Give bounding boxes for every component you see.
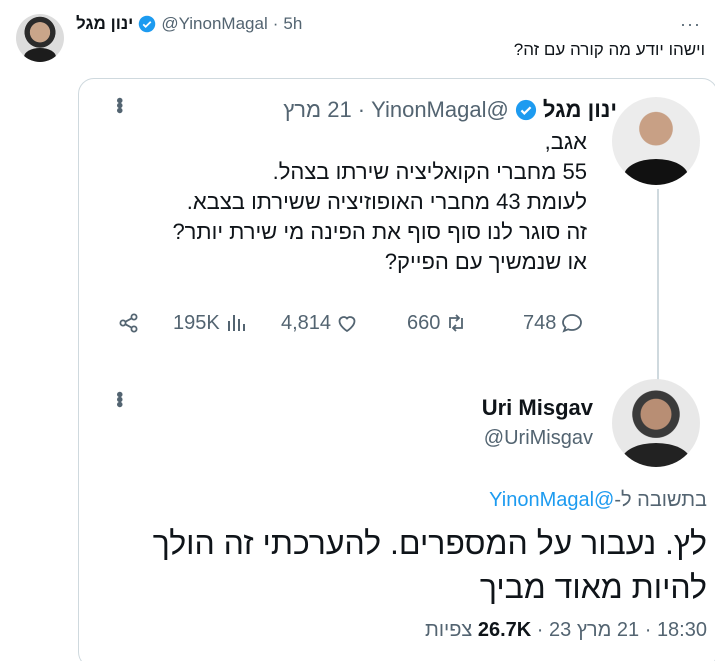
author-handle[interactable]: @YinonMagal: [371, 97, 509, 123]
text-line: לעומת 43 מחברי האופוזיציה ששירתו בצבא.: [186, 189, 587, 214]
reply-prefix: בתשובה ל-: [614, 489, 707, 511]
likes-count: 4,814: [281, 311, 332, 334]
views-count: 195K: [173, 311, 220, 334]
views-count: 26.7K: [477, 619, 532, 641]
retweet-button[interactable]: 660: [407, 311, 468, 335]
heart-icon: [338, 316, 356, 333]
quote2-text: לץ. נעבור על המספרים. להערכתי זה הולך לה…: [152, 525, 707, 605]
separator: ·: [272, 14, 279, 33]
more-options-icon[interactable]: •••: [107, 391, 130, 406]
views-label: צפיות: [425, 619, 473, 641]
retweet-icon: [449, 314, 464, 332]
tweet-date[interactable]: 21 מרץ: [283, 97, 352, 123]
views-button[interactable]: 195K: [173, 311, 248, 335]
share-button[interactable]: [117, 311, 141, 335]
author-handle[interactable]: @UriMisgav: [484, 427, 593, 450]
reply-icon: [562, 314, 583, 333]
quoted-thread-card[interactable]: ינון מגל @YinonMagal · 21 מרץ ••• אגב, 5…: [78, 78, 715, 661]
author-name[interactable]: ינון מגל: [76, 14, 133, 34]
tweet-meta: 18:30 · 21 מרץ 23 · 26.7K צפיות: [425, 619, 707, 642]
text-line: זה סוגר לנו סוף סוף את הפינה מי שירת יות…: [172, 219, 587, 244]
separator: ·: [357, 97, 366, 122]
verified-badge-icon: [515, 99, 536, 121]
tweet-date[interactable]: 21 מרץ 23: [549, 619, 639, 641]
tweet-actions: 195K 4,814 660 748: [117, 311, 597, 341]
replies-count: 748: [523, 311, 557, 334]
like-button[interactable]: 4,814: [281, 311, 359, 335]
author-name[interactable]: ינון מגל: [543, 97, 617, 123]
tweet-text: וישהו יודע מה קורה עם זה?: [513, 40, 705, 59]
more-options-icon[interactable]: ···: [680, 14, 701, 35]
text-line: אגב,: [544, 129, 587, 154]
replying-to: בתשובה ל-@YinonMagal: [489, 489, 707, 512]
more-options-icon[interactable]: •••: [107, 97, 130, 112]
share-icon: [119, 313, 138, 333]
author-handle[interactable]: @YinonMagal: [161, 14, 267, 34]
separator: ·: [639, 619, 652, 641]
tweet-time[interactable]: 5h: [283, 14, 302, 34]
tweet-time[interactable]: 18:30: [657, 619, 707, 641]
retweets-count: 660: [407, 311, 441, 334]
avatar[interactable]: [612, 379, 700, 467]
author-name[interactable]: Uri Misgav: [482, 395, 593, 421]
text-line: 55 מחברי הקואליציה שירתו בצהל.: [272, 159, 587, 184]
views-icon: [227, 315, 245, 331]
text-line: או שנמשיך עם הפייק?: [384, 249, 587, 274]
author-row: ינון מגל @YinonMagal · 5h: [76, 14, 302, 34]
separator: ·: [531, 619, 544, 641]
quote1-text: אגב, 55 מחברי הקואליציה שירתו בצהל. לעומ…: [127, 127, 587, 277]
tweet-header: ינון מגל @YinonMagal · 5h ···: [0, 8, 715, 62]
avatar[interactable]: [612, 97, 700, 185]
avatar[interactable]: [16, 14, 64, 62]
quote1-header: ינון מגל @YinonMagal · 21 מרץ: [283, 97, 617, 123]
reply-to-handle[interactable]: @YinonMagal: [489, 489, 614, 511]
verified-badge-icon: [139, 15, 156, 33]
reply-button[interactable]: 748: [523, 311, 584, 335]
